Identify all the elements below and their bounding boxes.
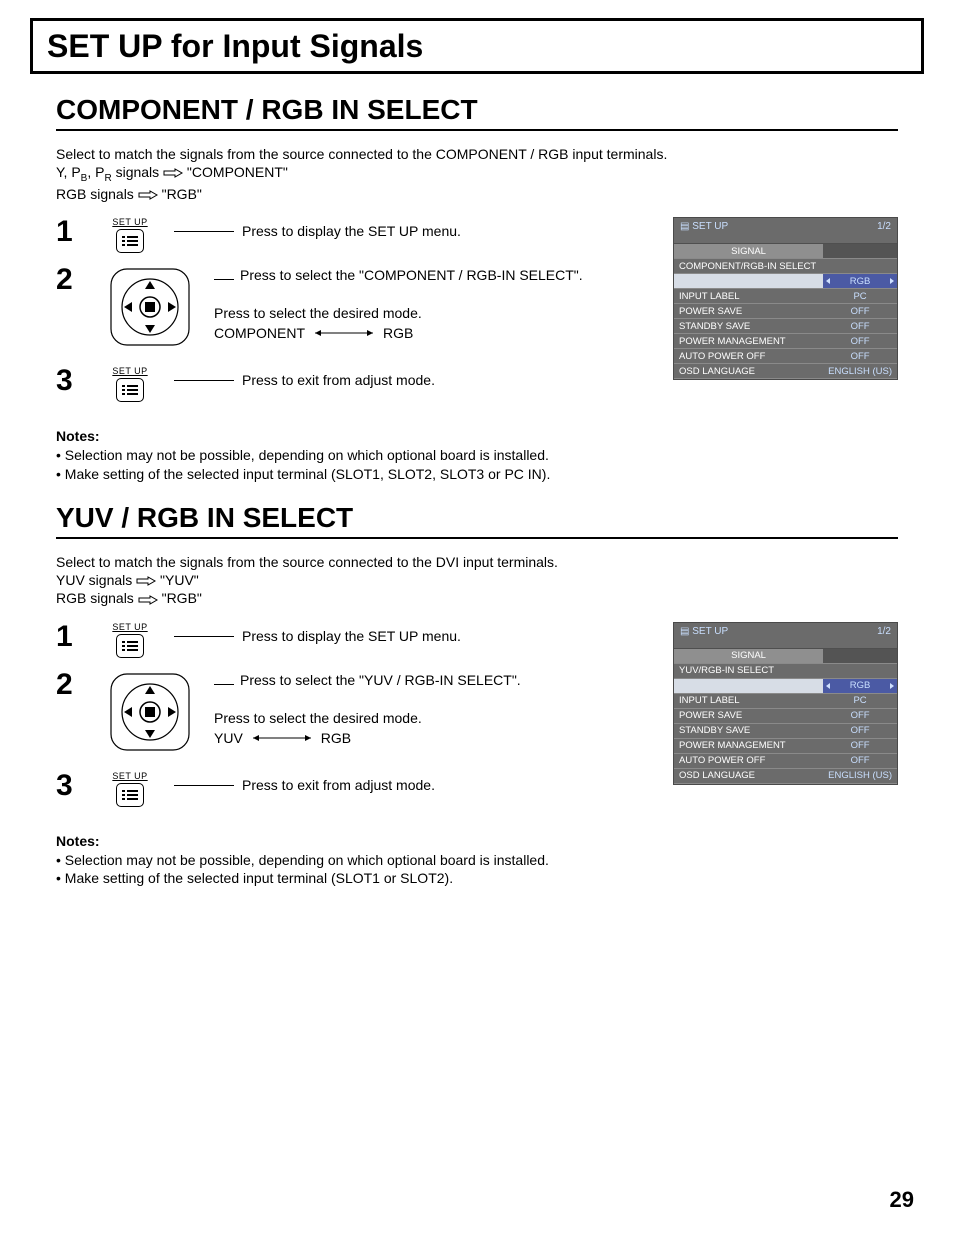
steps-list: 1 SET UP Press to display the SET UP men…	[56, 622, 655, 819]
osd-menu: ▤ SET UP 1/2 SIGNAL YUV/RGB-IN SELECT RG…	[673, 622, 898, 785]
notes: Notes: Selection may not be possible, de…	[56, 833, 898, 889]
osd-row: STANDBY SAVEOFF	[674, 319, 897, 334]
setup-button-icon: SET UP	[100, 217, 160, 253]
osd-row: COMPONENT/RGB-IN SELECT	[674, 259, 897, 274]
leader-line	[174, 231, 234, 232]
step: 3 SET UP Press to exit from adjust mode.	[56, 366, 655, 402]
intro-line: RGB signals "RGB"	[56, 589, 898, 607]
osd-page: 1/2	[877, 221, 891, 232]
arrow-right-icon	[163, 168, 183, 178]
step-text: Press to exit from adjust mode.	[242, 773, 435, 793]
menu-icon	[116, 783, 144, 807]
osd-row: OSD LANGUAGEENGLISH (US)	[674, 768, 897, 783]
menu-icon	[116, 634, 144, 658]
osd-row: AUTO POWER OFFOFF	[674, 753, 897, 768]
mode-switch: COMPONENT RGB	[214, 325, 413, 341]
step: 1 SET UP Press to display the SET UP men…	[56, 217, 655, 253]
intro-line: RGB signals "RGB"	[56, 185, 898, 203]
osd-header: ▤ SET UP 1/2	[674, 218, 897, 235]
intro-line: Y, PB, PR signals "COMPONENT"	[56, 163, 898, 185]
step: 2 Press to select the "COMPONENT / RGB-I…	[56, 265, 655, 354]
menu-icon	[116, 378, 144, 402]
step-text: Press to select the "YUV / RGB-IN SELECT…	[240, 672, 521, 688]
setup-button-icon: SET UP	[100, 366, 160, 402]
step: 1 SET UP Press to display the SET UP men…	[56, 622, 655, 658]
osd-menu: ▤ SET UP 1/2 SIGNAL COMPONENT/RGB-IN SEL…	[673, 217, 898, 380]
menu-icon	[116, 229, 144, 253]
step-number: 1	[56, 622, 86, 652]
section-component-rgb: COMPONENT / RGB IN SELECT Select to matc…	[30, 94, 924, 502]
arrow-right-icon	[138, 595, 158, 605]
note-item: Make setting of the selected input termi…	[56, 869, 898, 888]
osd-row: INPUT LABELPC	[674, 693, 897, 708]
osd-row: OSD LANGUAGEENGLISH (US)	[674, 364, 897, 379]
arrow-right-icon	[138, 190, 158, 200]
page-number: 29	[890, 1187, 914, 1213]
osd-table: SIGNAL YUV/RGB-IN SELECT RGB INPUT LABEL…	[674, 648, 897, 784]
osd-row-highlighted: RGB	[674, 678, 897, 693]
osd-header: ▤ SET UP 1/2	[674, 623, 897, 640]
step: 3 SET UP Press to exit from adjust mode.	[56, 771, 655, 807]
step-text: Press to exit from adjust mode.	[242, 368, 435, 388]
osd-row: POWER SAVEOFF	[674, 304, 897, 319]
osd-table: SIGNAL COMPONENT/RGB-IN SELECT RGB INPUT…	[674, 243, 897, 379]
leader-line	[174, 380, 234, 381]
step-number: 3	[56, 771, 86, 801]
page-title-frame: SET UP for Input Signals	[30, 18, 924, 74]
list-icon: ▤	[680, 626, 689, 637]
intro-text: Select to match the signals from the sou…	[56, 553, 898, 608]
section-title: YUV / RGB IN SELECT	[56, 502, 898, 539]
osd-row: POWER MANAGEMENTOFF	[674, 334, 897, 349]
list-icon: ▤	[680, 221, 689, 232]
step-text: Press to select the "COMPONENT / RGB-IN …	[240, 267, 583, 283]
note-item: Selection may not be possible, depending…	[56, 851, 898, 870]
section-title: COMPONENT / RGB IN SELECT	[56, 94, 898, 131]
notes: Notes: Selection may not be possible, de…	[56, 428, 898, 484]
step: 2 Press to select the "YUV / RGB-IN SELE…	[56, 670, 655, 759]
step-number: 2	[56, 670, 86, 700]
osd-row: INPUT LABELPC	[674, 289, 897, 304]
intro-line: Select to match the signals from the sou…	[56, 553, 898, 571]
step-text: Press to display the SET UP menu.	[242, 624, 461, 644]
note-item: Selection may not be possible, depending…	[56, 446, 898, 465]
step-text: Press to select the desired mode.	[214, 710, 655, 726]
osd-row: AUTO POWER OFFOFF	[674, 349, 897, 364]
osd-row: SIGNAL	[674, 648, 897, 663]
osd-row: SIGNAL	[674, 244, 897, 259]
section-yuv-rgb: YUV / RGB IN SELECT Select to match the …	[30, 502, 924, 906]
note-item: Make setting of the selected input termi…	[56, 465, 898, 484]
mode-switch: YUV RGB	[214, 730, 351, 746]
osd-row: POWER MANAGEMENTOFF	[674, 738, 897, 753]
joystick-icon	[100, 670, 200, 759]
page-title: SET UP for Input Signals	[47, 28, 423, 65]
joystick-icon	[100, 265, 200, 354]
arrow-right-icon	[136, 576, 156, 586]
intro-text: Select to match the signals from the sou…	[56, 145, 898, 203]
setup-button-icon: SET UP	[100, 771, 160, 807]
setup-button-icon: SET UP	[100, 622, 160, 658]
step-text: Press to display the SET UP menu.	[242, 219, 461, 239]
osd-row: YUV/RGB-IN SELECT	[674, 663, 897, 678]
intro-line: YUV signals "YUV"	[56, 571, 898, 589]
step-text: Press to select the desired mode.	[214, 305, 655, 321]
step-number: 3	[56, 366, 86, 396]
osd-row-highlighted: RGB	[674, 274, 897, 289]
osd-row: STANDBY SAVEOFF	[674, 723, 897, 738]
step-number: 1	[56, 217, 86, 247]
step-number: 2	[56, 265, 86, 295]
steps-list: 1 SET UP Press to display the SET UP men…	[56, 217, 655, 414]
osd-row: POWER SAVEOFF	[674, 708, 897, 723]
osd-page: 1/2	[877, 626, 891, 637]
intro-line: Select to match the signals from the sou…	[56, 145, 898, 163]
